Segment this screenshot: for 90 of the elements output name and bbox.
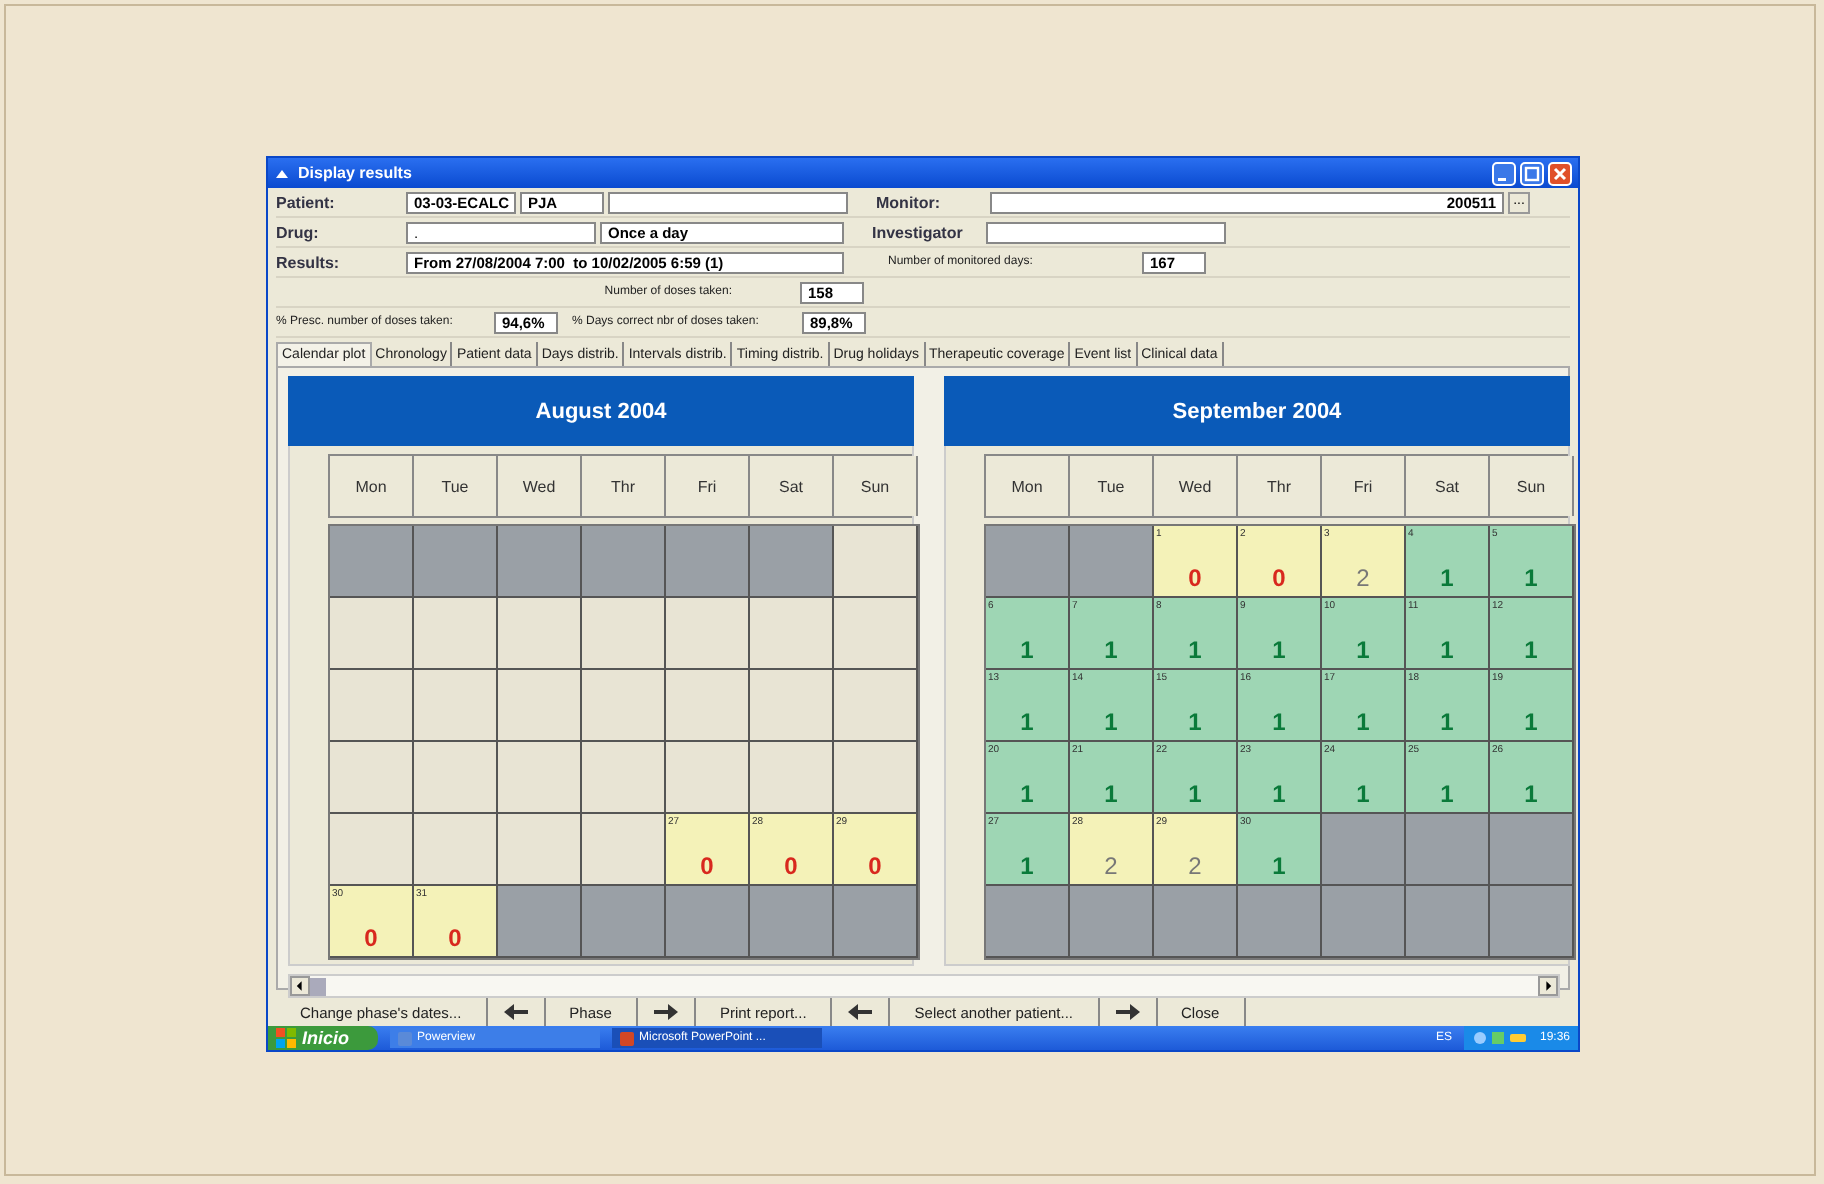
- calendar-day-cell: [330, 742, 414, 814]
- calendar-day-cell: [750, 526, 834, 598]
- dose-count: 1: [1272, 780, 1286, 812]
- dose-count: 1: [1020, 852, 1034, 884]
- app-icon: [619, 1031, 634, 1045]
- left-arrow-icon: [848, 1004, 873, 1020]
- dose-count: 2: [1188, 852, 1202, 884]
- calendar-day-cell: [666, 670, 750, 742]
- dose-count: 1: [1524, 780, 1538, 812]
- field-label: Patient:: [276, 193, 337, 211]
- scroll-thumb[interactable]: [310, 977, 326, 995]
- calendar-day-cell: [750, 670, 834, 742]
- dose-count: 0: [448, 924, 462, 956]
- app-icon: [397, 1031, 412, 1045]
- dose-count: 1: [1188, 780, 1202, 812]
- window-title: Display results: [298, 164, 412, 182]
- calendar-day-cell: [414, 526, 498, 598]
- dose-count: 1: [1188, 636, 1202, 668]
- calendar-day-cell: [582, 886, 666, 958]
- dose-count: 0: [868, 852, 882, 884]
- field-label: Results:: [276, 253, 342, 271]
- calendar-day-cell: [666, 598, 750, 670]
- dose-count: 1: [1104, 708, 1118, 740]
- dose-count: 1: [1188, 708, 1202, 740]
- calendar-day-cell: [414, 598, 498, 670]
- calendar-day-cell: [498, 814, 582, 886]
- dose-count: 1: [1020, 780, 1034, 812]
- calendar-day-cell: [414, 742, 498, 814]
- calendar-day-cell: [1322, 886, 1406, 958]
- dose-count: 1: [1356, 636, 1370, 668]
- dose-count: 0: [1188, 564, 1202, 596]
- dose-count: 1: [1356, 708, 1370, 740]
- dose-count: 1: [1524, 636, 1538, 668]
- dose-count: 1: [1524, 708, 1538, 740]
- dose-count: 1: [1440, 564, 1454, 596]
- right-arrow-icon: [1115, 1004, 1140, 1020]
- calendar-day-cell: [498, 526, 582, 598]
- field-label: Investigator: [872, 223, 965, 241]
- left-arrow-icon: [503, 1004, 528, 1020]
- dose-count: 1: [1524, 564, 1538, 596]
- scroll-left-icon[interactable]: [290, 976, 310, 996]
- dose-count: 0: [784, 852, 798, 884]
- investigator-field[interactable]: [986, 221, 1226, 243]
- dose-count: 1: [1272, 708, 1286, 740]
- app-icon: [274, 165, 290, 181]
- dose-count: 1: [1020, 636, 1034, 668]
- dose-count: 1: [1272, 636, 1286, 668]
- dose-count: 0: [364, 924, 378, 956]
- dose-count: 1: [1440, 708, 1454, 740]
- field-label: Monitor:: [876, 193, 942, 211]
- month-header: August 2004: [288, 376, 914, 446]
- calendar-day-cell: [582, 670, 666, 742]
- dose-count: 1: [1272, 852, 1286, 884]
- dose-count: 2: [1356, 564, 1370, 596]
- right-arrow-icon: [653, 1004, 678, 1020]
- windows-logo-icon: [276, 1028, 296, 1048]
- field-label: Drug:: [276, 223, 321, 241]
- calendar-day-cell: [1406, 886, 1490, 958]
- calendar-day-cell: [498, 742, 582, 814]
- dose-count: 1: [1356, 780, 1370, 812]
- dose-count: 0: [1272, 564, 1286, 596]
- calendar-day-cell: [834, 598, 918, 670]
- calendar-day-cell: [1490, 886, 1574, 958]
- calendar-day-cell: [498, 598, 582, 670]
- dose-count: 0: [700, 852, 714, 884]
- calendar-day-cell: [330, 670, 414, 742]
- patient-name-field[interactable]: [608, 191, 848, 213]
- calendar-day-cell: [330, 598, 414, 670]
- calendar-day-cell: [750, 598, 834, 670]
- calendar-day-cell: [582, 526, 666, 598]
- dose-count: 1: [1104, 780, 1118, 812]
- horizontal-scrollbar[interactable]: [288, 974, 1560, 998]
- calendar-day-cell: [834, 670, 918, 742]
- dose-count: 1: [1440, 636, 1454, 668]
- minimize-button[interactable]: [1492, 161, 1516, 185]
- month-header: September 2004: [944, 376, 1570, 446]
- dose-count: 1: [1440, 780, 1454, 812]
- dose-count: 1: [1020, 708, 1034, 740]
- dose-count: 2: [1104, 852, 1118, 884]
- calendar-day-cell: [498, 670, 582, 742]
- scroll-right-icon[interactable]: [1538, 976, 1558, 996]
- maximize-button[interactable]: [1520, 161, 1544, 185]
- calendar-day-cell: [582, 598, 666, 670]
- calendar-day-cell: [582, 742, 666, 814]
- start-button[interactable]: Inicio: [268, 1026, 378, 1050]
- close-button[interactable]: [1548, 161, 1572, 185]
- calendar-day-cell: [414, 670, 498, 742]
- calendar-day-cell: [666, 526, 750, 598]
- dose-count: 1: [1104, 636, 1118, 668]
- calendar-day-cell: [330, 526, 414, 598]
